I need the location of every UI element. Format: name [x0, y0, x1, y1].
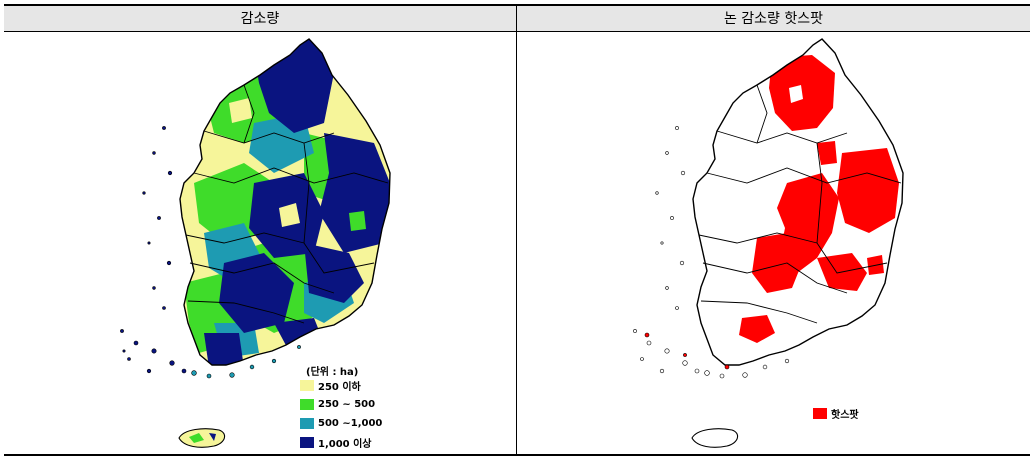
legend-swatch-le250 — [300, 379, 314, 391]
figure-table: 감소량 논 감소량 핫스팟 (단위: ha) 250 이하 250 ~ 500… — [4, 4, 1030, 456]
reduction-map — [120, 38, 391, 448]
western-islands — [120, 126, 187, 374]
legend-item-250-500: 250 ~ 500 — [300, 397, 375, 411]
legend-item-500-1000: 500 ~1,000 — [300, 416, 382, 430]
header-hotspot: 논 감소량 핫스팟 — [517, 6, 1030, 32]
jeju-island-right — [691, 428, 739, 448]
header-reduction: 감소량 — [4, 6, 516, 32]
hotspot-map — [633, 38, 904, 448]
legend-swatch-ge1000 — [300, 436, 314, 448]
legend-label-ge1000: 1,000 이상 — [318, 438, 372, 450]
legend-label-le250: 250 이하 — [318, 381, 361, 393]
legend-swatch-hotspot — [813, 407, 827, 419]
hotspot-map-panel: 핫스팟 — [517, 33, 1030, 454]
hotspot-fill — [693, 39, 903, 365]
legend-swatch-500-1000 — [300, 417, 314, 429]
legend-item-ge1000: 1,000 이상 — [300, 435, 372, 450]
legend-unit-title: (단위 : ha) — [306, 367, 359, 378]
reduction-map-fill — [180, 39, 390, 365]
legend-label-hotspot: 핫스팟 — [831, 409, 859, 421]
legend-swatch-250-500 — [300, 398, 314, 410]
legend-item-hotspot: 핫스팟 — [813, 406, 859, 421]
reduction-map-panel: (단위 : ha) 250 이하 250 ~ 500 500 ~1,000 1,… — [4, 33, 516, 454]
legend-item-le250: 250 이하 — [300, 378, 361, 393]
legend-label-250-500: 250 ~ 500 — [318, 398, 376, 410]
legend-label-500-1000: 500 ~1,000 — [318, 417, 383, 429]
